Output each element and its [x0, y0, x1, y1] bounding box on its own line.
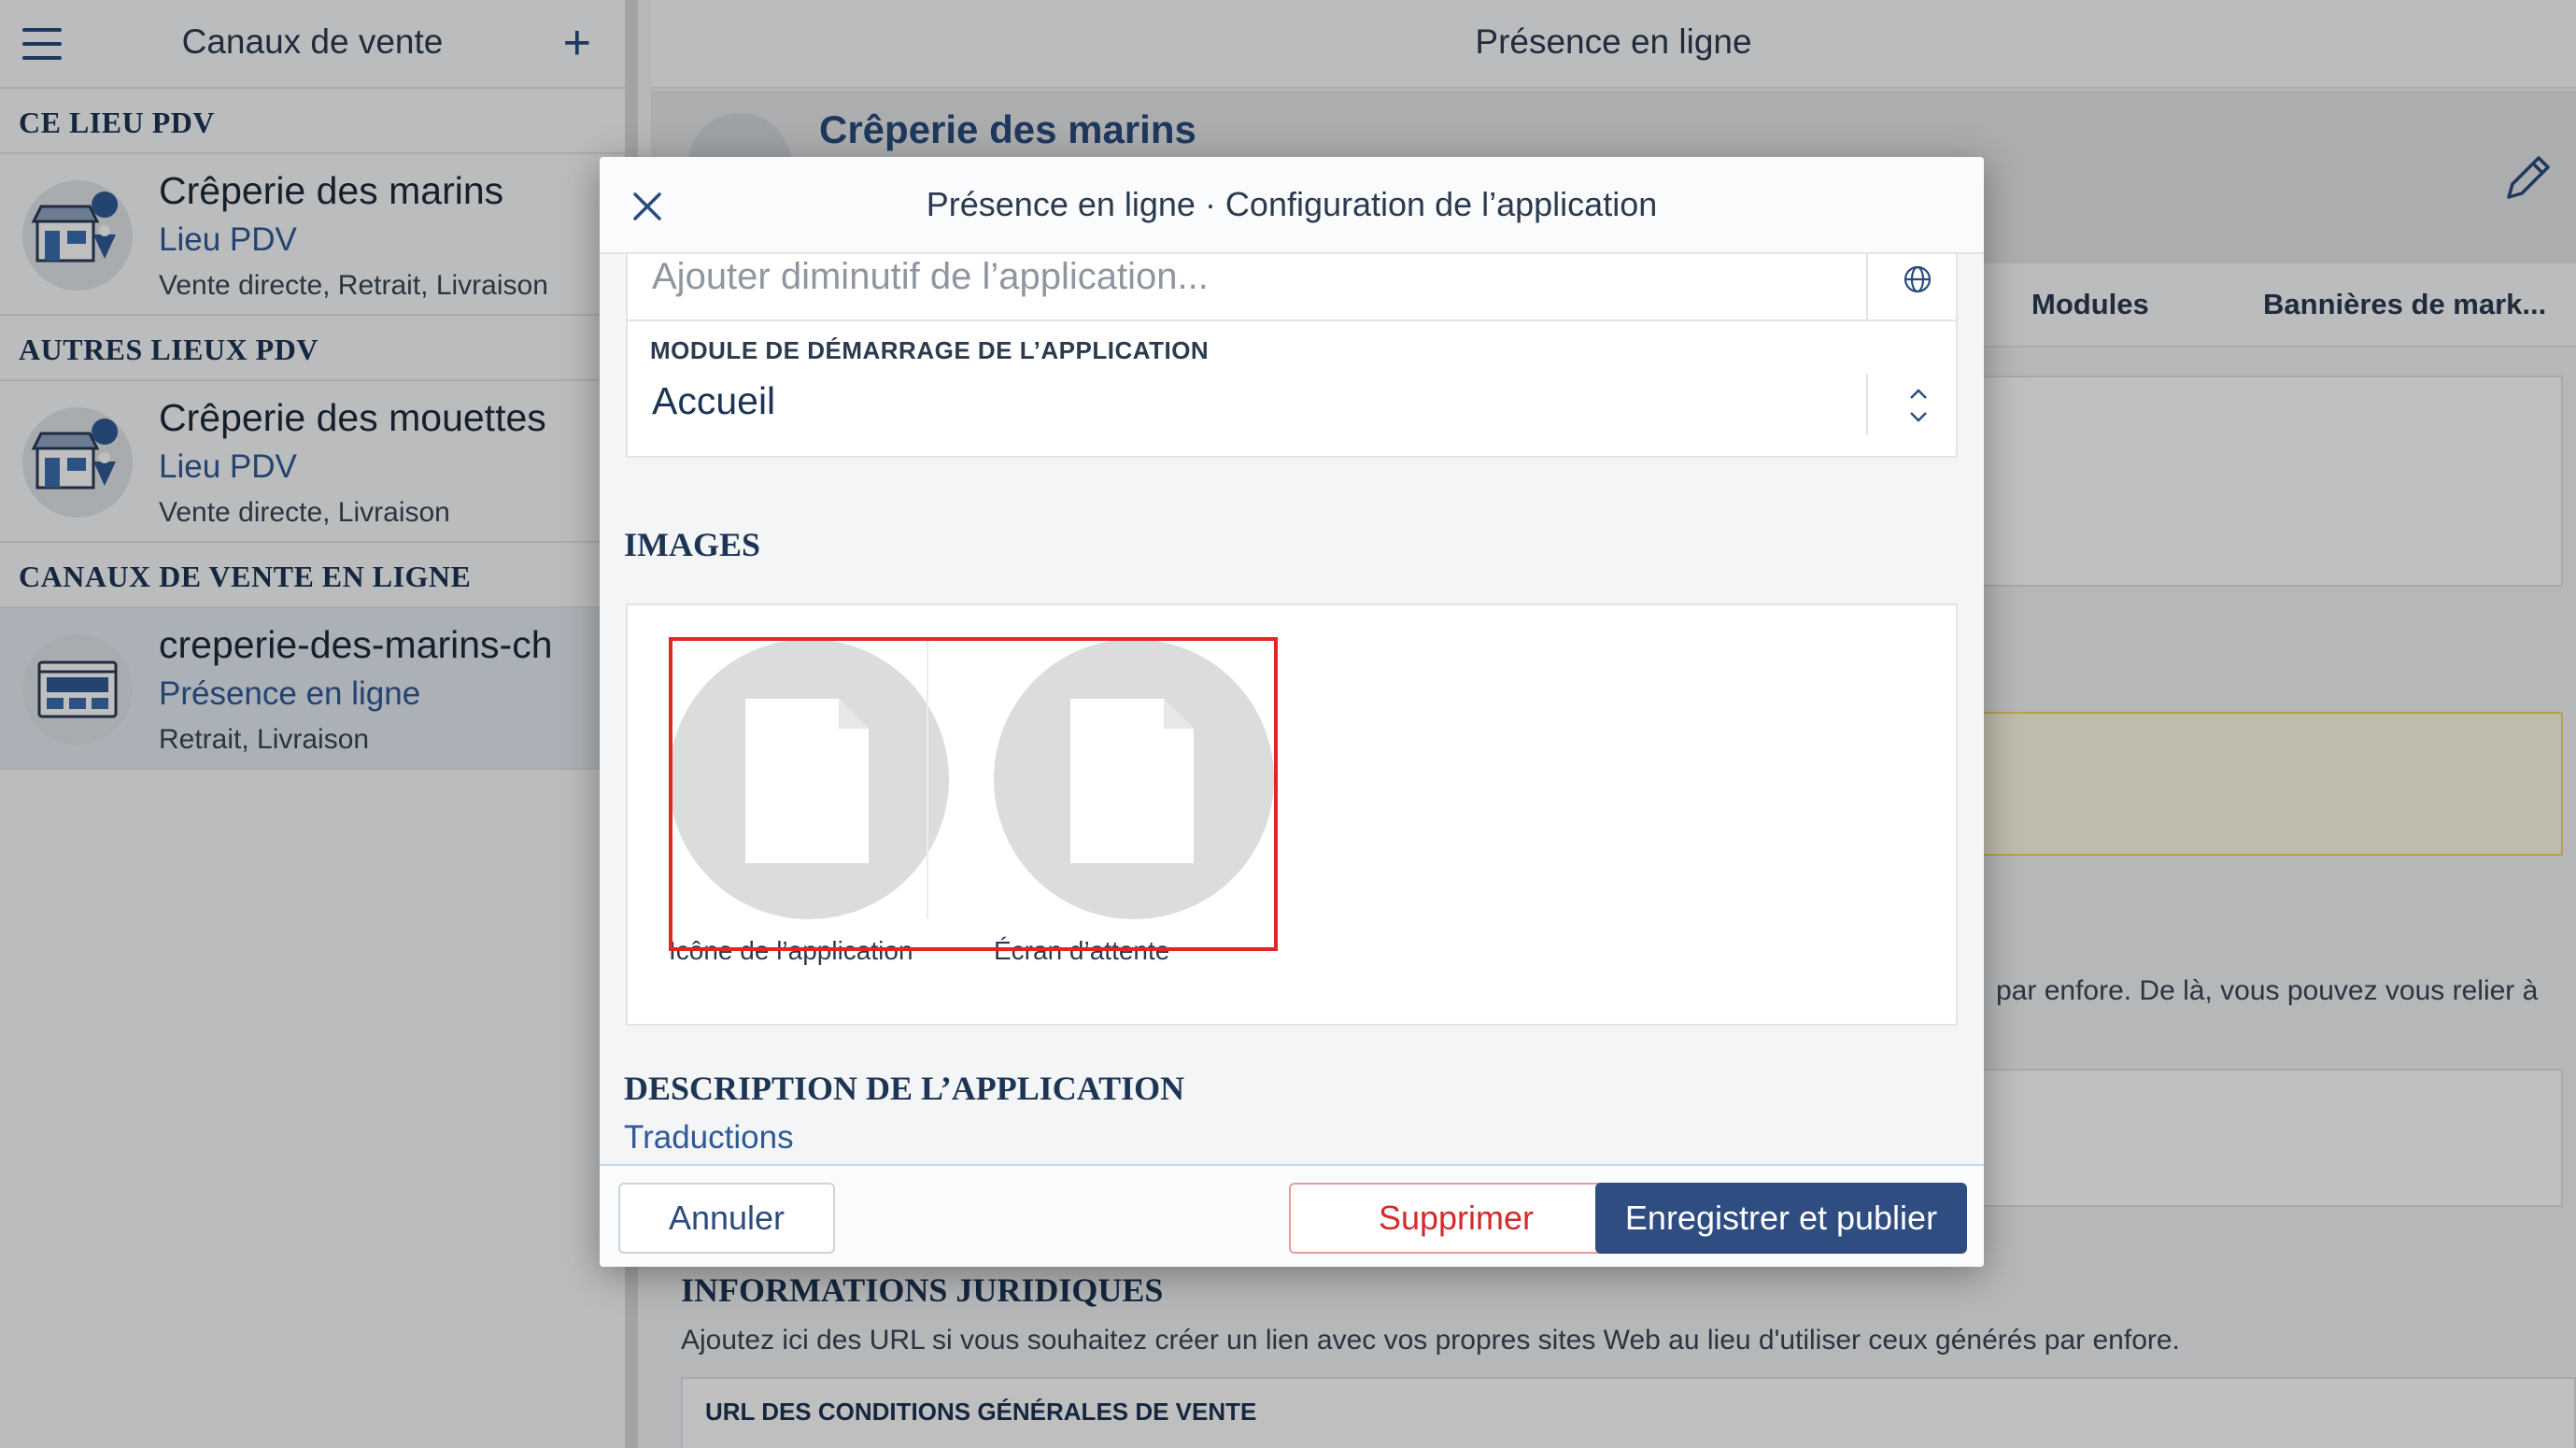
description-section-title: DESCRIPTION DE L’APPLICATION — [624, 1070, 1185, 1107]
app-config-dialog: Présence en ligne · Configuration de l’a… — [600, 157, 1984, 1267]
save-and-publish-button[interactable]: Enregistrer et publier — [1595, 1183, 1967, 1254]
start-module-select[interactable]: MODULE DE DÉMARRAGE DE L’APPLICATION Acc… — [626, 319, 1958, 458]
app-short-name-input[interactable]: Ajouter diminutif de l’application... — [626, 254, 1958, 321]
images-card: Icône de l’application Écran d’attente — [626, 603, 1958, 1026]
field-divider — [1866, 254, 1868, 319]
highlight-frame — [669, 637, 1278, 951]
images-section-title: IMAGES — [624, 526, 761, 563]
delete-button[interactable]: Supprimer — [1289, 1183, 1623, 1254]
dialog-header: Présence en ligne · Configuration de l’a… — [600, 157, 1984, 254]
dialog-title: Présence en ligne · Configuration de l’a… — [926, 185, 1658, 223]
globe-icon[interactable] — [1902, 263, 1933, 295]
chevron-up-down-icon[interactable] — [1907, 383, 1930, 428]
start-module-label: MODULE DE DÉMARRAGE DE L’APPLICATION — [650, 336, 1210, 364]
translations-link[interactable]: Traductions — [624, 1119, 794, 1157]
short-name-placeholder: Ajouter diminutif de l’application... — [652, 256, 1209, 297]
field-divider — [1866, 374, 1868, 435]
cancel-button[interactable]: Annuler — [618, 1183, 835, 1254]
dialog-footer: Annuler Supprimer Enregistrer et publier — [600, 1164, 1984, 1267]
start-module-value: Accueil — [652, 379, 776, 422]
dialog-body[interactable]: Ajouter diminutif de l’application... MO… — [600, 254, 1984, 1164]
